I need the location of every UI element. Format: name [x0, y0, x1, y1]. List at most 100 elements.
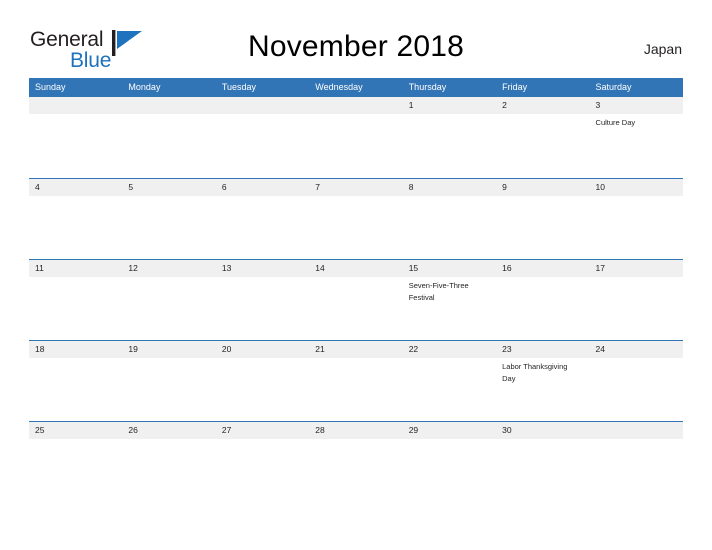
day-events-cell	[590, 277, 683, 340]
day-events-cell	[29, 439, 122, 502]
week-date-band: 25 26 27 28 29 30	[29, 421, 683, 439]
date-number[interactable]: 23	[496, 341, 589, 358]
date-empty	[216, 97, 309, 114]
day-events-cell	[590, 358, 683, 421]
calendar-week-row: 4 5 6 7 8 9 10	[29, 178, 683, 259]
day-events-cell	[403, 196, 496, 259]
day-events-cell	[403, 439, 496, 502]
calendar-event[interactable]: Labor Thanksgiving Day	[502, 361, 581, 384]
day-events-cell	[496, 196, 589, 259]
calendar-event[interactable]: Seven-Five-Three Festival	[409, 280, 488, 303]
week-event-band	[29, 439, 683, 502]
day-events-cell	[122, 358, 215, 421]
day-events-cell	[122, 277, 215, 340]
date-number[interactable]: 1	[403, 97, 496, 114]
day-events-cell	[496, 114, 589, 177]
day-events-cell	[216, 439, 309, 502]
day-events-cell	[29, 196, 122, 259]
date-number[interactable]: 11	[29, 260, 122, 277]
week-date-band: 4 5 6 7 8 9 10	[29, 178, 683, 196]
date-number[interactable]: 2	[496, 97, 589, 114]
day-events-cell	[403, 114, 496, 177]
day-events-cell	[216, 358, 309, 421]
date-number[interactable]: 24	[590, 341, 683, 358]
date-number[interactable]: 29	[403, 422, 496, 439]
day-events-cell	[29, 358, 122, 421]
week-date-band: 123	[29, 97, 683, 114]
date-number[interactable]: 4	[29, 179, 122, 196]
day-events-cell	[403, 358, 496, 421]
calendar-week-row: 11 12 13 14 15 16 17 Seven-Five-Three Festival	[29, 259, 683, 340]
date-number[interactable]: 5	[122, 179, 215, 196]
date-number[interactable]: 7	[309, 179, 402, 196]
date-empty	[29, 97, 122, 114]
week-date-band: 11 12 13 14 15 16 17	[29, 259, 683, 277]
date-number[interactable]: 15	[403, 260, 496, 277]
weekday-header-friday: Friday	[502, 82, 528, 92]
week-event-band: Seven-Five-Three Festival	[29, 277, 683, 340]
weekday-header-tuesday: Tuesday	[221, 82, 257, 92]
weekday-header-row: Sunday Monday Tuesday Wednesday Thursday Frid…	[29, 78, 683, 97]
date-number[interactable]: 17	[590, 260, 683, 277]
date-number[interactable]: 14	[309, 260, 402, 277]
day-events-cell	[309, 358, 402, 421]
day-events-cell: Seven-Five-Three Festival	[403, 277, 496, 340]
date-number[interactable]: 26	[122, 422, 215, 439]
date-number[interactable]: 21	[309, 341, 402, 358]
weekday-header-saturday: Saturday	[595, 82, 632, 92]
date-number[interactable]: 16	[496, 260, 589, 277]
week-event-band	[29, 196, 683, 259]
date-number[interactable]: 3	[590, 97, 683, 114]
date-number[interactable]: 30	[496, 422, 589, 439]
day-events-cell	[590, 196, 683, 259]
calendar-week-row: 18 19 20 21 22 23 24 Labor Thanksgiving Day	[29, 340, 683, 421]
date-number[interactable]: 13	[216, 260, 309, 277]
weekday-header-sunday: Sunday	[35, 82, 66, 92]
date-empty	[309, 97, 402, 114]
date-empty	[122, 97, 215, 114]
day-events-cell	[496, 439, 589, 502]
calendar-week-body: 1 2 3 Culture Day 4 5 6 7 8 9 10 11 12 13 14 15 16 17 Seve…	[29, 97, 683, 502]
day-events-cell	[216, 277, 309, 340]
day-events-cell	[122, 114, 215, 177]
day-events-cell	[496, 277, 589, 340]
day-events-cell: Labor Thanksgiving Day	[496, 358, 589, 421]
calendar-week-row: 1 2 3 Culture Day	[29, 97, 683, 178]
day-events-cell	[309, 277, 402, 340]
day-events-cell	[309, 114, 402, 177]
date-number[interactable]: 10	[590, 179, 683, 196]
calendar-event[interactable]: Culture Day	[596, 117, 675, 129]
date-number[interactable]: 27	[216, 422, 309, 439]
week-event-band: Labor Thanksgiving Day	[29, 358, 683, 421]
date-number[interactable]: 19	[122, 341, 215, 358]
day-events-cell: Culture Day	[590, 114, 683, 177]
date-number[interactable]: 12	[122, 260, 215, 277]
date-empty	[590, 422, 683, 439]
weekday-header-monday: Monday	[128, 82, 161, 92]
day-events-cell	[29, 114, 122, 177]
day-events-cell	[216, 196, 309, 259]
calendar-week-row: 25 26 27 28 29 30	[29, 421, 683, 502]
weekday-header-thursday: Thursday	[408, 82, 447, 92]
calendar-page: General Blue November 2018 Japan Sunday M…	[0, 0, 712, 550]
date-number[interactable]: 25	[29, 422, 122, 439]
day-events-cell	[309, 196, 402, 259]
date-number[interactable]: 20	[216, 341, 309, 358]
day-events-cell	[216, 114, 309, 177]
date-number[interactable]: 9	[496, 179, 589, 196]
page-title: November 2018	[247, 30, 465, 63]
date-number[interactable]: 8	[403, 179, 496, 196]
date-number[interactable]: 22	[403, 341, 496, 358]
country-label: Japan	[643, 41, 682, 57]
week-date-band: 18 19 20 21 22 23 24	[29, 340, 683, 358]
date-number[interactable]: 18	[29, 341, 122, 358]
page-header: General Blue November 2018 Japan	[0, 0, 712, 76]
day-events-cell	[29, 277, 122, 340]
day-events-cell	[122, 196, 215, 259]
calendar-grid: Sunday Monday Tuesday Wednesday Thursday Frid…	[29, 78, 683, 502]
date-number[interactable]: 6	[216, 179, 309, 196]
weekday-header-wednesday: Wednesday	[315, 82, 363, 92]
day-events-cell	[590, 439, 683, 502]
date-number[interactable]: 28	[309, 422, 402, 439]
week-event-band: Culture Day	[29, 114, 683, 177]
